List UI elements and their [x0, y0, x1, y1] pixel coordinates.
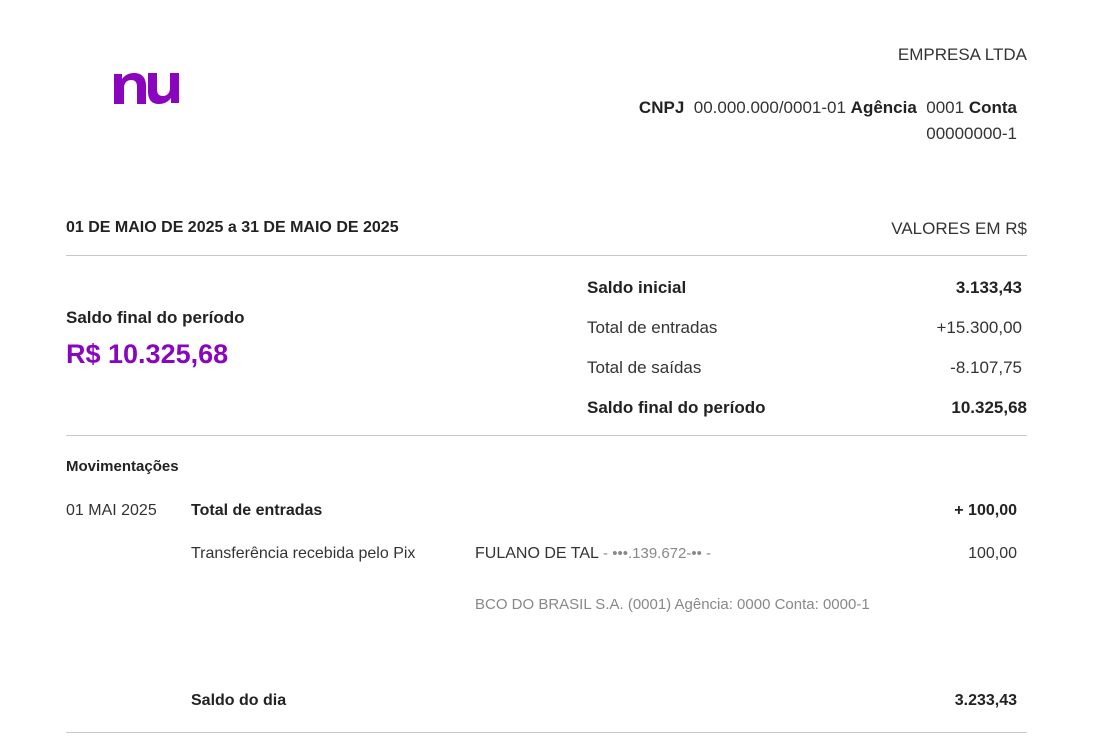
summary-label: Total de entradas — [587, 318, 718, 337]
company-name: EMPRESA LTDA — [897, 45, 1027, 64]
transaction-bank: BCO DO BRASIL S.A. (0001) Agência: 0000 … — [475, 596, 870, 613]
transaction-description: Transferência recebida pelo Pix — [191, 545, 416, 562]
summary-label: Total de saídas — [587, 358, 702, 377]
party-document: - •••.139.672-•• - — [598, 545, 712, 562]
summary-value: -8.107,75 — [950, 358, 1022, 377]
summary-row-saldo-inicial: Saldo inicial 3.133,43 — [587, 278, 1027, 302]
day-balance-label: Saldo do dia — [191, 692, 287, 709]
final-balance-value: R$ 10.325,68 — [66, 339, 229, 369]
final-balance-label: Saldo final do período — [66, 308, 245, 327]
nubank-logo — [110, 66, 182, 108]
summary-row-total-entradas: Total de entradas +15.300,00 — [587, 318, 1027, 342]
account-identification: CNPJ 00.000.000/0001-01 Agência 0001 Con… — [557, 95, 1017, 147]
day-balance-value: 3.233,43 — [954, 692, 1017, 709]
cnpj-value: 00.000.000/0001-01 — [693, 98, 846, 117]
transaction-party: FULANO DE TAL - •••.139.672-•• - — [475, 545, 711, 563]
currency-note: VALORES EM R$ — [891, 219, 1027, 238]
summary-label: Saldo final do período — [587, 398, 766, 417]
party-name: FULANO DE TAL — [475, 545, 599, 562]
statement-period: 01 DE MAIO DE 2025 a 31 DE MAIO DE 2025 — [66, 219, 399, 236]
movement-date: 01 MAI 2025 — [66, 502, 157, 519]
cnpj-label: CNPJ — [638, 98, 685, 117]
divider — [66, 255, 1027, 256]
movements-title: Movimentações — [66, 458, 179, 475]
transaction-value: 100,00 — [968, 545, 1017, 562]
agencia-value: 0001 — [926, 98, 965, 117]
divider — [66, 435, 1027, 436]
group-label: Total de entradas — [191, 502, 323, 519]
conta-label: Conta — [968, 98, 1017, 117]
divider — [66, 732, 1027, 733]
summary-row-saldo-final: Saldo final do período 10.325,68 — [587, 398, 1027, 422]
summary-value: 10.325,68 — [951, 398, 1027, 417]
summary-value: +15.300,00 — [936, 318, 1022, 337]
group-value: + 100,00 — [954, 502, 1017, 519]
summary-label: Saldo inicial — [587, 278, 687, 297]
summary-row-total-saidas: Total de saídas -8.107,75 — [587, 358, 1027, 382]
conta-value: 00000000-1 — [926, 124, 1017, 143]
agencia-label: Agência — [850, 98, 917, 117]
summary-value: 3.133,43 — [955, 278, 1022, 297]
